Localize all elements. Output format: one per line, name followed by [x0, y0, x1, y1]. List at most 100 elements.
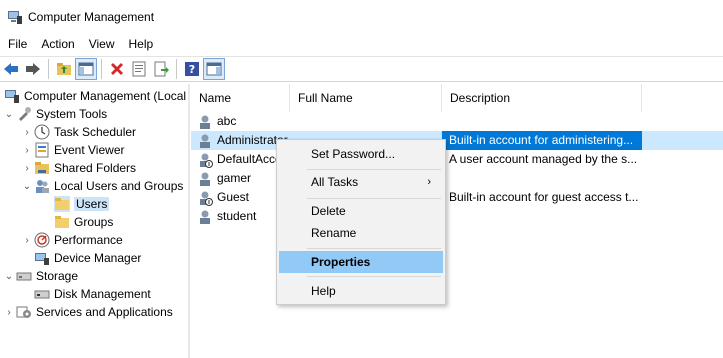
- toolbar-separator: [101, 59, 102, 79]
- chevron-right-icon[interactable]: ›: [22, 235, 32, 246]
- column-header-full-name[interactable]: Full Name: [290, 84, 442, 112]
- menu-separator: [307, 248, 441, 249]
- folder-icon: [54, 196, 70, 212]
- tree-item-label: Groups: [74, 215, 114, 229]
- disabled-user-icon: [200, 153, 213, 168]
- tree-item-local-users-and-groups[interactable]: ⌄ Local Users and Groups: [22, 177, 183, 195]
- menu-help[interactable]: Help: [122, 33, 161, 55]
- delete-button[interactable]: [106, 58, 128, 80]
- show-action-pane-button[interactable]: [203, 58, 225, 80]
- tree-item-users[interactable]: Users: [52, 195, 110, 213]
- menu-file[interactable]: File: [0, 33, 34, 55]
- tree-item-services-and-applications[interactable]: › Services and Applications: [4, 303, 173, 321]
- full-name-cell: [297, 112, 441, 131]
- tree-item-performance[interactable]: › Performance: [22, 231, 123, 249]
- menu-item-set-password[interactable]: Set Password...: [279, 143, 443, 165]
- performance-icon: [34, 232, 50, 248]
- toolbar-separator: [176, 59, 177, 79]
- user-name: student: [217, 209, 257, 223]
- help-button[interactable]: ?: [181, 58, 203, 80]
- table-row[interactable]: student: [191, 207, 723, 226]
- forward-button[interactable]: [22, 58, 44, 80]
- delete-icon: [111, 63, 123, 75]
- back-icon: [4, 63, 18, 75]
- title-bar: Computer Management: [0, 0, 723, 33]
- description-cell: A user account managed by the s...: [449, 152, 638, 166]
- menu-item-properties[interactable]: Properties: [279, 251, 443, 273]
- tree-item-device-manager[interactable]: Device Manager: [32, 249, 141, 267]
- export-list-button[interactable]: [150, 58, 172, 80]
- toolbar-separator: [48, 59, 49, 79]
- menu-view[interactable]: View: [82, 33, 122, 55]
- menu-item-label: All Tasks: [311, 175, 359, 189]
- disabled-user-icon: [200, 191, 213, 206]
- column-header-description[interactable]: Description: [442, 84, 642, 112]
- shared-folder-icon: [35, 162, 49, 174]
- chevron-down-icon[interactable]: ⌄: [4, 271, 14, 282]
- clock-icon: [34, 124, 50, 140]
- tree-item-label: Performance: [54, 233, 123, 247]
- users-list: Name Full Name Description abc Administr…: [191, 84, 723, 358]
- user-icon: [200, 134, 210, 148]
- menu-separator: [307, 169, 441, 170]
- table-row[interactable]: DefaultAcco A user account managed by th…: [191, 150, 723, 169]
- menu-item-all-tasks[interactable]: All Tasks ›: [279, 171, 443, 193]
- tree-item-computer-management[interactable]: Computer Management (Local: [2, 87, 186, 105]
- disk-icon: [34, 290, 50, 299]
- tree-item-groups[interactable]: Groups: [52, 213, 113, 231]
- properties-icon: [132, 61, 146, 77]
- chevron-down-icon[interactable]: ⌄: [22, 181, 32, 192]
- description-cell: Built-in account for guest access t...: [449, 190, 639, 204]
- chevron-right-icon[interactable]: ›: [4, 307, 14, 318]
- table-row[interactable]: abc: [191, 112, 723, 131]
- chevron-down-icon[interactable]: ⌄: [4, 109, 14, 120]
- user-icon: [200, 172, 210, 186]
- tree-item-task-scheduler[interactable]: › Task Scheduler: [22, 123, 136, 141]
- user-icon: [200, 210, 210, 224]
- tree-item-label: Event Viewer: [54, 143, 125, 157]
- menu-action[interactable]: Action: [34, 33, 81, 55]
- tree-item-disk-management[interactable]: Disk Management: [32, 285, 151, 303]
- tree-item-label: Users: [74, 197, 110, 211]
- tree-item-shared-folders[interactable]: › Shared Folders: [22, 159, 136, 177]
- up-one-level-button[interactable]: [53, 58, 75, 80]
- table-row[interactable]: Administrator Built-in account for admin…: [191, 131, 723, 150]
- tree-item-event-viewer[interactable]: › Event Viewer: [22, 141, 124, 159]
- table-row[interactable]: Guest Built-in account for guest access …: [191, 188, 723, 207]
- chevron-right-icon[interactable]: ›: [22, 145, 32, 156]
- chevron-right-icon[interactable]: ›: [22, 127, 32, 138]
- back-button[interactable]: [0, 58, 22, 80]
- tree-item-label: Services and Applications: [36, 305, 173, 319]
- tree-item-label: System Tools: [36, 107, 108, 121]
- menu-separator: [307, 276, 441, 277]
- toolbar: ?: [0, 56, 723, 82]
- help-icon: ?: [185, 62, 199, 76]
- show-hide-tree-button[interactable]: [75, 58, 97, 80]
- context-menu: Set Password... All Tasks › Delete Renam…: [276, 139, 446, 305]
- tools-icon: [19, 107, 31, 121]
- menu-item-rename[interactable]: Rename: [279, 222, 443, 244]
- user-name-cell: abc: [197, 112, 289, 131]
- device-manager-icon: [35, 253, 49, 265]
- computer-management-icon: [5, 90, 19, 103]
- tree-item-label: Shared Folders: [54, 161, 137, 175]
- menu-item-help[interactable]: Help: [279, 280, 443, 302]
- user-name: gamer: [217, 171, 252, 185]
- tree-item-label: Storage: [36, 269, 79, 283]
- event-viewer-icon: [35, 142, 49, 158]
- show-hide-tree-icon: [78, 62, 94, 76]
- column-header-name[interactable]: Name: [191, 84, 290, 112]
- tree-item-system-tools[interactable]: ⌄ System Tools: [4, 105, 107, 123]
- list-header: Name Full Name Description: [191, 84, 723, 112]
- menu-item-delete[interactable]: Delete: [279, 200, 443, 222]
- users-group-icon: [36, 180, 49, 193]
- properties-button[interactable]: [128, 58, 150, 80]
- menu-separator: [307, 198, 441, 199]
- table-row[interactable]: gamer: [191, 169, 723, 188]
- pane-splitter[interactable]: [188, 84, 190, 358]
- svg-text:?: ?: [189, 63, 195, 76]
- tree-item-storage[interactable]: ⌄ Storage: [4, 267, 78, 285]
- export-list-icon: [154, 61, 169, 77]
- chevron-right-icon[interactable]: ›: [22, 163, 32, 174]
- description-cell: [442, 169, 642, 188]
